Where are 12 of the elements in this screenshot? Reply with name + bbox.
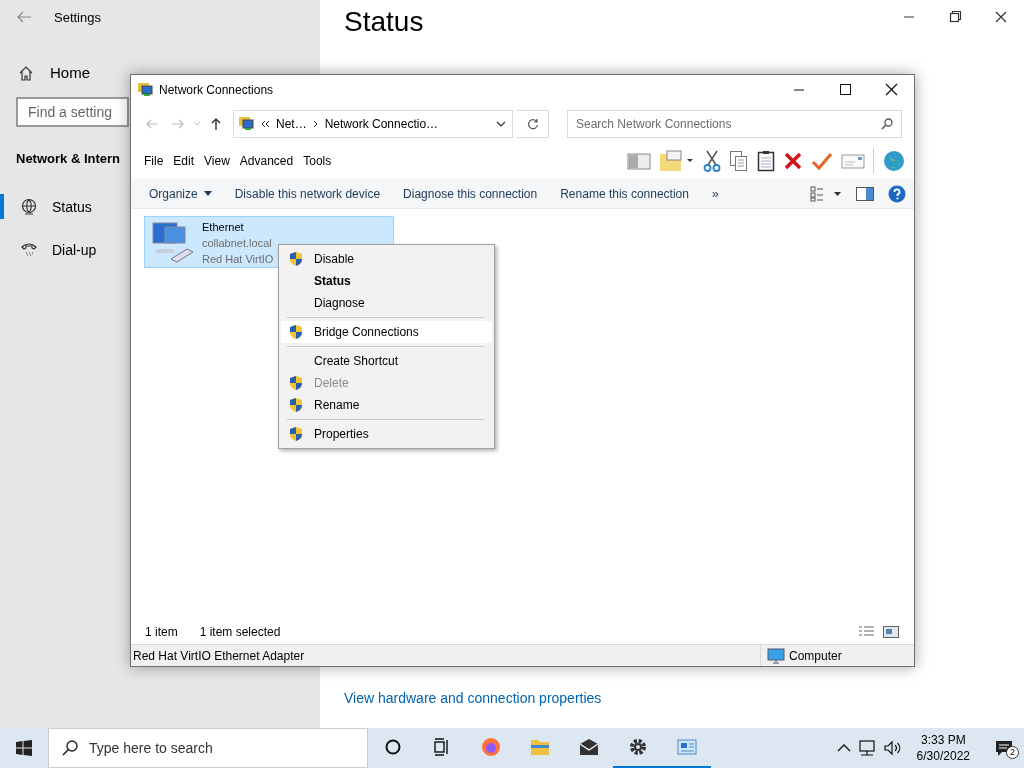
section-title: Network & Intern <box>16 151 120 166</box>
window-title: Network Connections <box>159 83 275 97</box>
connection-network: collabnet.local <box>202 236 273 251</box>
zone-label: Computer <box>789 648 842 663</box>
page-heading: Status <box>344 6 424 39</box>
connection-device: Red Hat VirtIO <box>202 252 274 267</box>
connection-name: Ethernet <box>202 220 245 235</box>
notification-count: 2 <box>1006 746 1019 759</box>
item-count: 1 item <box>145 625 178 639</box>
selection-count: 1 item selected <box>199 625 281 639</box>
window-title: Settings <box>54 9 101 25</box>
adapter-description: Red Hat VirtIO Ethernet Adapter <box>133 648 306 663</box>
